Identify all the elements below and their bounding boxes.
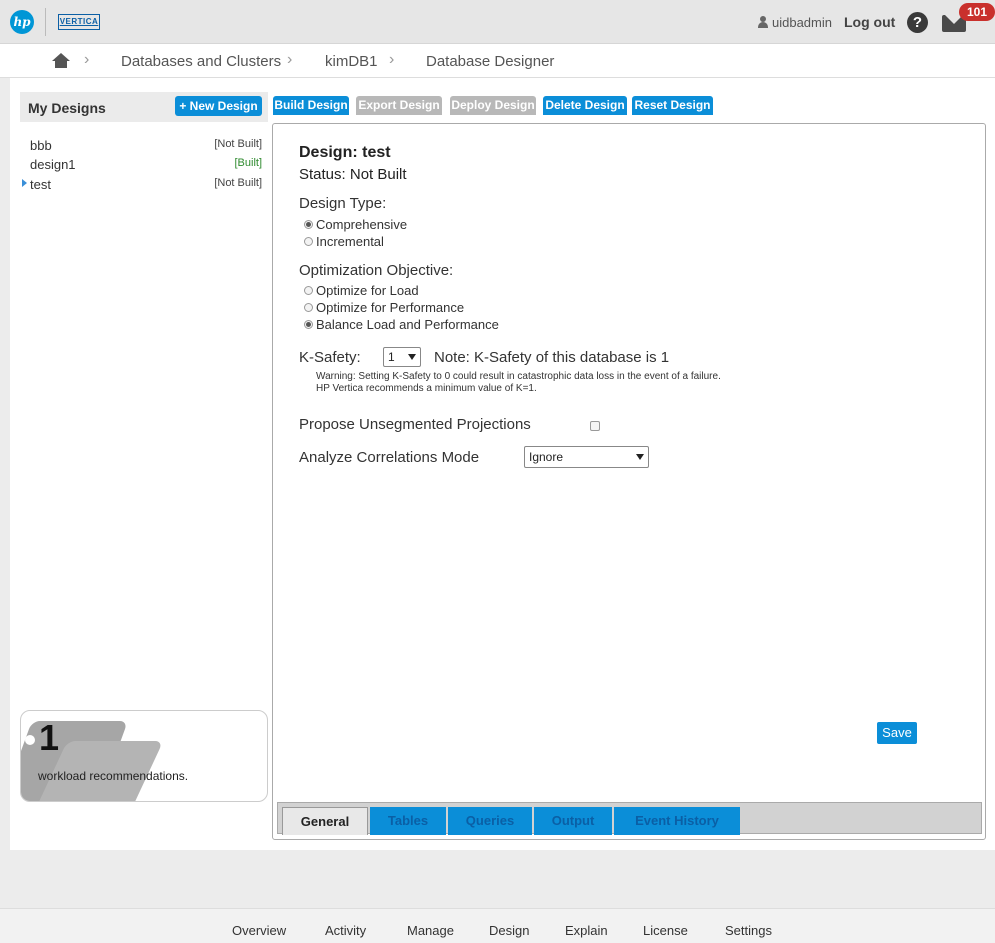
breadcrumb-separator: › xyxy=(84,51,90,68)
tab-event-history[interactable]: Event History xyxy=(614,807,740,835)
logout-link[interactable]: Log out xyxy=(844,14,895,30)
correlations-value: Ignore xyxy=(529,450,564,464)
breadcrumb-separator: › xyxy=(287,51,293,68)
radio-button-icon[interactable] xyxy=(304,320,313,330)
warning-line: HP Vertica recommends a minimum value of… xyxy=(316,383,537,394)
design-name: test xyxy=(30,177,51,192)
footer-manage[interactable]: Manage xyxy=(407,923,454,938)
tab-general[interactable]: General xyxy=(282,807,368,835)
breadcrumb-database-designer: Database Designer xyxy=(426,53,555,70)
my-designs-title: My Designs xyxy=(28,100,106,116)
design-status-text: Status: Not Built xyxy=(299,166,407,183)
radio-button-icon[interactable] xyxy=(304,286,313,296)
k-safety-value: 1 xyxy=(388,350,395,364)
radio-button-icon[interactable] xyxy=(304,303,313,313)
radio-balance[interactable]: Balance Load and Performance xyxy=(304,317,499,334)
design-name: design1 xyxy=(30,157,76,172)
radio-optimize-performance[interactable]: Optimize for Performance xyxy=(304,300,464,317)
breadcrumb-database[interactable]: kimDB1 xyxy=(325,53,378,70)
recommendation-count: 1 xyxy=(39,717,60,758)
footer-nav: Overview Activity Manage Design Explain … xyxy=(0,908,995,943)
footer-settings[interactable]: Settings xyxy=(725,923,772,938)
save-button[interactable]: Save xyxy=(877,722,917,744)
dropdown-arrow-icon xyxy=(636,454,644,460)
delete-design-button[interactable]: Delete Design xyxy=(543,96,627,115)
radio-label: Balance Load and Performance xyxy=(316,317,499,332)
logo-divider xyxy=(45,8,46,36)
radio-label: Optimize for Load xyxy=(316,283,419,298)
k-safety-label: K-Safety: xyxy=(299,349,361,366)
new-design-button[interactable]: + New Design xyxy=(175,96,262,116)
deploy-design-button: Deploy Design xyxy=(450,96,536,115)
design-type-label: Design Type: xyxy=(299,195,387,212)
tag-hole-icon xyxy=(25,735,35,745)
workload-recommendations-card[interactable]: 1 workload recommendations. xyxy=(20,710,268,802)
radio-label: Comprehensive xyxy=(316,217,408,232)
design-status: [Built] xyxy=(234,157,262,169)
radio-label: Incremental xyxy=(316,234,384,249)
build-design-button[interactable]: Build Design xyxy=(273,96,349,115)
help-icon[interactable]: ? xyxy=(907,12,928,33)
design-list-item[interactable]: bbb [Not Built] xyxy=(30,138,262,156)
mail-count-badge[interactable]: 101 xyxy=(959,3,995,21)
analyze-correlations-label: Analyze Correlations Mode xyxy=(299,449,480,466)
radio-label: Optimize for Performance xyxy=(316,300,465,315)
unsegmented-projections-label: Propose Unsegmented Projections xyxy=(299,416,531,433)
footer-overview[interactable]: Overview xyxy=(232,923,286,938)
radio-button-icon[interactable] xyxy=(304,237,313,247)
export-design-button: Export Design xyxy=(356,96,442,115)
footer-activity[interactable]: Activity xyxy=(325,923,366,938)
recommendation-label: workload recommendations. xyxy=(38,769,189,783)
selected-caret-icon xyxy=(22,179,27,187)
breadcrumb-databases-and-clusters[interactable]: Databases and Clusters xyxy=(121,53,281,70)
radio-incremental[interactable]: Incremental xyxy=(304,234,384,251)
design-status: [Not Built] xyxy=(214,177,262,189)
radio-comprehensive[interactable]: Comprehensive xyxy=(304,217,407,234)
k-safety-note: Note: K-Safety of this database is 1 xyxy=(434,349,670,366)
vertica-logo: VERTICA xyxy=(58,14,100,30)
unsegmented-projections-checkbox[interactable] xyxy=(590,421,600,431)
username[interactable]: uidbadmin xyxy=(772,15,832,30)
tab-output[interactable]: Output xyxy=(534,807,612,835)
design-content-panel: Design: test Status: Not Built Design Ty… xyxy=(272,123,986,840)
top-bar: hp VERTICA uidbadmin Log out ? 101 xyxy=(0,0,995,44)
dropdown-arrow-icon xyxy=(408,354,416,360)
bottom-tab-bar: General Tables Queries Output Event Hist… xyxy=(277,802,982,835)
warning-line: Warning: Setting K-Safety to 0 could res… xyxy=(316,371,721,382)
radio-optimize-load[interactable]: Optimize for Load xyxy=(304,283,419,300)
k-safety-warning: Warning: Setting K-Safety to 0 could res… xyxy=(316,371,721,395)
tab-queries[interactable]: Queries xyxy=(448,807,532,835)
k-safety-select[interactable]: 1 xyxy=(383,347,421,367)
design-list-item[interactable]: design1 [Built] xyxy=(30,157,262,175)
breadcrumb-separator: › xyxy=(389,51,395,68)
optimization-objective-label: Optimization Objective: xyxy=(299,262,454,279)
design-title: Design: test xyxy=(299,144,391,161)
design-status: [Not Built] xyxy=(214,138,262,150)
design-name: bbb xyxy=(30,138,52,153)
tab-tables[interactable]: Tables xyxy=(370,807,446,835)
footer-license[interactable]: License xyxy=(643,923,688,938)
home-icon[interactable] xyxy=(52,53,70,69)
design-list-item-selected[interactable]: test [Not Built] xyxy=(22,177,262,195)
footer-explain[interactable]: Explain xyxy=(565,923,608,938)
footer-design[interactable]: Design xyxy=(489,923,529,938)
analyze-correlations-select[interactable]: Ignore xyxy=(524,446,649,468)
user-icon xyxy=(757,16,768,28)
reset-design-button[interactable]: Reset Design xyxy=(632,96,713,115)
breadcrumb: › Databases and Clusters › kimDB1 › Data… xyxy=(0,44,995,78)
hp-logo: hp xyxy=(10,10,34,34)
radio-button-icon[interactable] xyxy=(304,220,313,230)
